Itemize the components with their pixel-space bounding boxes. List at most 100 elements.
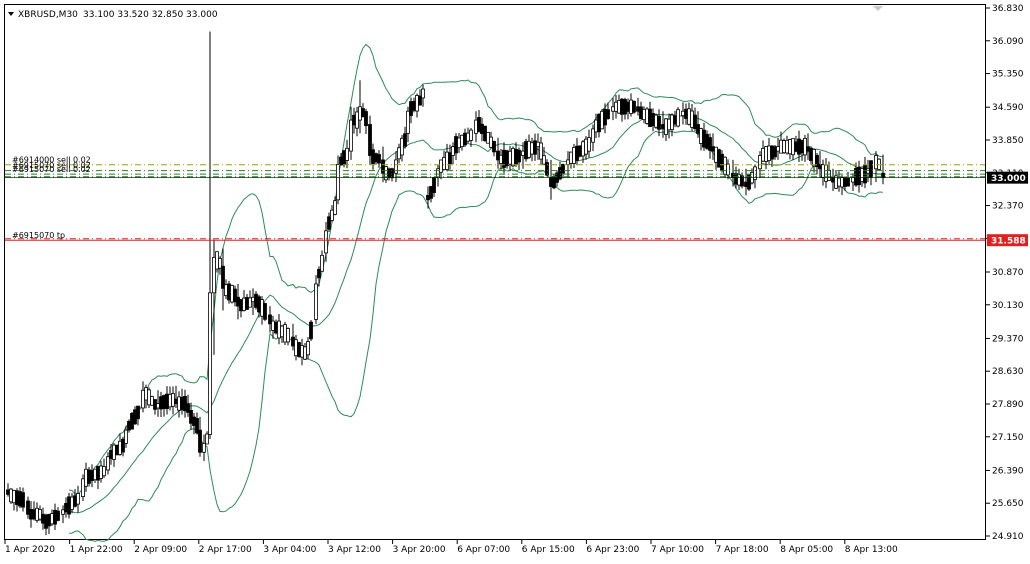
candle-body bbox=[591, 128, 595, 143]
candle-body bbox=[737, 174, 741, 186]
candle-body bbox=[797, 138, 801, 155]
candle-body bbox=[788, 139, 792, 155]
candle-body bbox=[327, 216, 331, 230]
candle-body bbox=[549, 177, 553, 187]
candle-body bbox=[840, 176, 844, 188]
candle-body bbox=[474, 119, 478, 134]
candle-body bbox=[64, 503, 68, 513]
candle-body bbox=[794, 141, 798, 152]
candle-body bbox=[664, 118, 668, 135]
candle-body bbox=[56, 510, 60, 521]
candle-body bbox=[317, 268, 321, 279]
candle-body bbox=[581, 141, 585, 157]
candle-body bbox=[274, 321, 278, 334]
candle-body bbox=[280, 325, 284, 338]
tp-price-tag-text: 31.588 bbox=[991, 237, 1026, 247]
candle-body bbox=[189, 410, 193, 424]
candle-body bbox=[245, 297, 249, 310]
candle-body bbox=[636, 106, 640, 112]
candle-body bbox=[542, 155, 546, 165]
candle-body bbox=[294, 339, 298, 357]
candle-body bbox=[32, 509, 36, 520]
candle-body bbox=[761, 148, 765, 162]
candle-body bbox=[454, 136, 458, 154]
x-tick-label: 7 Apr 10:00 bbox=[651, 545, 704, 555]
candles bbox=[6, 31, 885, 536]
candle-body bbox=[720, 153, 724, 171]
candle-body bbox=[168, 393, 172, 408]
candle-body bbox=[81, 478, 85, 497]
candle-body bbox=[177, 396, 181, 411]
candle-body bbox=[93, 468, 97, 481]
candle-body bbox=[764, 146, 768, 162]
candle-body bbox=[530, 142, 534, 155]
triangle-down-icon[interactable] bbox=[8, 12, 14, 16]
y-tick-label: 29.370 bbox=[992, 334, 1024, 344]
candle-body bbox=[109, 449, 113, 460]
candle-body bbox=[41, 513, 45, 524]
candle-body bbox=[156, 403, 160, 409]
candle-body bbox=[767, 145, 771, 161]
shift-marker-icon[interactable] bbox=[873, 6, 883, 11]
candle-body bbox=[390, 168, 394, 179]
candle-body bbox=[400, 137, 404, 156]
candle-body bbox=[352, 114, 356, 126]
candle-body bbox=[527, 140, 531, 158]
candle-body bbox=[457, 137, 461, 149]
candle-body bbox=[300, 345, 304, 358]
candle-body bbox=[837, 177, 841, 187]
candle-body bbox=[806, 146, 810, 152]
candle-body bbox=[208, 292, 212, 435]
candle-body bbox=[345, 147, 349, 161]
y-tick-label: 35.350 bbox=[992, 70, 1024, 80]
candle-body bbox=[429, 186, 433, 199]
candle-body bbox=[364, 111, 368, 127]
candle-body bbox=[843, 177, 847, 187]
candle-body bbox=[539, 142, 543, 160]
price-chart[interactable]: XBRUSD,M30 33.100 33.520 32.850 33.000 #… bbox=[0, 0, 1030, 564]
candle-body bbox=[336, 163, 340, 201]
candle-body bbox=[18, 491, 22, 507]
candle-body bbox=[800, 140, 804, 154]
x-tick-label: 1 Apr 2020 bbox=[5, 545, 55, 555]
candle-body bbox=[112, 444, 116, 460]
candle-body bbox=[99, 465, 103, 479]
order-lines: #6914000 sell 0.02#6915070 sell 0.02#691… bbox=[5, 155, 985, 241]
candle-body bbox=[47, 514, 51, 527]
candle-body bbox=[268, 314, 272, 325]
candle-body bbox=[578, 145, 582, 157]
candle-body bbox=[505, 150, 509, 167]
candle-body bbox=[587, 137, 591, 152]
candle-body bbox=[141, 389, 145, 409]
candle-body bbox=[693, 114, 697, 129]
candle-body bbox=[115, 444, 119, 456]
candle-body bbox=[29, 509, 33, 520]
candle-body bbox=[629, 99, 633, 114]
candle-body bbox=[9, 488, 13, 503]
candle-body bbox=[358, 106, 362, 121]
candle-body bbox=[418, 95, 422, 106]
y-tick-label: 33.850 bbox=[992, 136, 1024, 146]
candle-body bbox=[263, 303, 267, 320]
y-tick-label: 26.390 bbox=[992, 466, 1024, 476]
candle-body bbox=[283, 324, 287, 343]
candle-body bbox=[785, 139, 789, 154]
candle-body bbox=[606, 109, 610, 120]
candle-body bbox=[349, 119, 353, 152]
candle-body bbox=[320, 254, 324, 272]
candle-body bbox=[696, 124, 700, 134]
candle-body bbox=[90, 470, 94, 481]
candle-body bbox=[632, 100, 636, 113]
candle-body bbox=[254, 293, 258, 308]
x-tick-label: 3 Apr 04:00 bbox=[263, 545, 316, 555]
candle-body bbox=[827, 169, 831, 181]
candle-body bbox=[572, 147, 576, 164]
candle-body bbox=[271, 320, 275, 331]
candle-body bbox=[221, 265, 225, 289]
x-tick-label: 8 Apr 05:00 bbox=[780, 545, 833, 555]
candle-body bbox=[306, 341, 310, 356]
candle-body bbox=[147, 389, 151, 406]
candle-body bbox=[195, 418, 199, 434]
candle-body bbox=[477, 117, 481, 132]
order-label: #6915070 tp bbox=[12, 231, 65, 240]
